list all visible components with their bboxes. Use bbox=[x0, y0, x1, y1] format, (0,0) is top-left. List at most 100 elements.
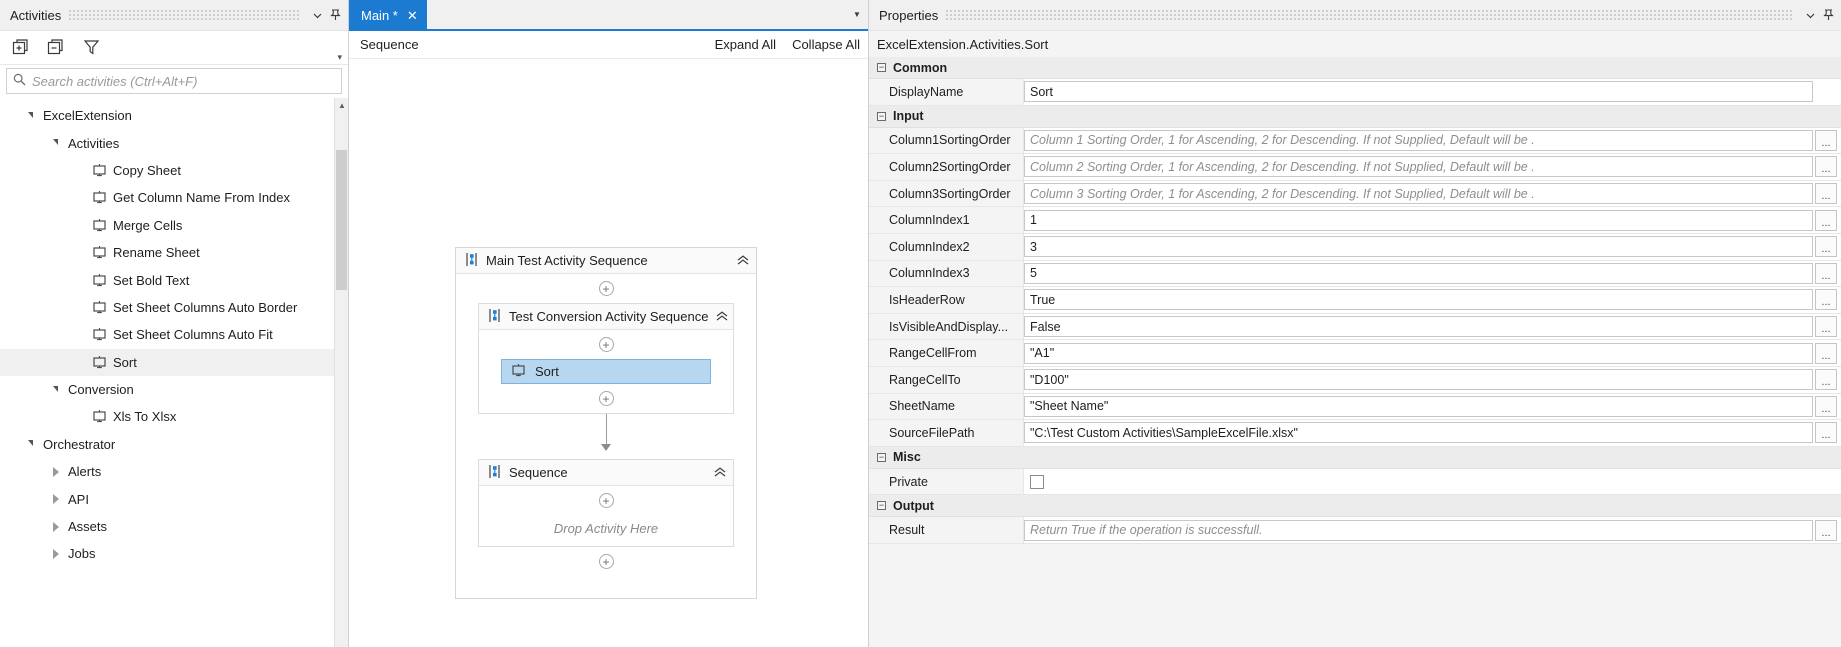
search-activities-box[interactable]: Search activities (Ctrl+Alt+F) bbox=[6, 68, 342, 94]
plus-icon[interactable]: + bbox=[598, 391, 614, 406]
property-ellipsis-button[interactable]: ... bbox=[1815, 129, 1837, 151]
add-activity-row-2[interactable]: + bbox=[479, 330, 733, 359]
property-group-output[interactable]: − Output bbox=[869, 495, 1841, 518]
chevron-down-icon[interactable] bbox=[1801, 5, 1819, 25]
pin-icon[interactable] bbox=[1819, 5, 1837, 25]
tree-item-merge-cells[interactable]: Merge Cells bbox=[0, 212, 348, 239]
collapse-all-button[interactable]: Collapse All bbox=[792, 37, 860, 52]
workflow-canvas[interactable]: Main Test Activity Sequence + Test Conve… bbox=[349, 59, 868, 647]
properties-grid[interactable]: − Common DisplayName Sort − Input Column1Sorti… bbox=[869, 57, 1841, 647]
tree-item-set-sheet-columns-auto-fit[interactable]: Set Sheet Columns Auto Fit bbox=[0, 321, 348, 348]
property-input-rangecellfrom[interactable]: "A1" bbox=[1024, 342, 1813, 364]
property-input-rangecellto[interactable]: "D100" bbox=[1024, 369, 1813, 391]
property-ellipsis-button[interactable]: ... bbox=[1815, 209, 1837, 231]
property-input-result[interactable]: Return True if the operation is successf… bbox=[1024, 519, 1813, 541]
activities-tree[interactable]: ExcelExtension Activities Copy Sheet Get Co… bbox=[0, 98, 348, 647]
collapse-chevron-icon[interactable] bbox=[715, 310, 729, 323]
tree-item-assets[interactable]: Assets bbox=[0, 513, 348, 540]
plus-icon[interactable]: + bbox=[598, 554, 614, 569]
tree-item-conversion[interactable]: Conversion bbox=[0, 376, 348, 403]
property-ellipsis-button[interactable]: ... bbox=[1815, 519, 1837, 541]
property-ellipsis-button[interactable]: ... bbox=[1815, 316, 1837, 338]
expand-all-icon[interactable] bbox=[8, 35, 34, 61]
sequence-header-inner[interactable]: Test Conversion Activity Sequence bbox=[479, 304, 733, 330]
activity-sort[interactable]: Sort bbox=[501, 359, 711, 384]
property-group-common[interactable]: − Common bbox=[869, 57, 1841, 79]
property-group-misc[interactable]: − Misc bbox=[869, 446, 1841, 469]
tree-item-excelextension[interactable]: ExcelExtension bbox=[0, 102, 348, 129]
sequence-container-main[interactable]: Main Test Activity Sequence + Test Conve… bbox=[455, 247, 757, 599]
property-ellipsis-button[interactable]: ... bbox=[1815, 395, 1837, 417]
collapse-group-icon[interactable]: − bbox=[877, 501, 886, 511]
tree-item-set-bold-text[interactable]: Set Bold Text bbox=[0, 266, 348, 293]
triangle-right-icon[interactable] bbox=[47, 521, 64, 532]
drop-activity-hint[interactable]: Drop Activity Here bbox=[479, 515, 733, 546]
add-activity-row-4[interactable]: + bbox=[479, 486, 733, 515]
tab-list-chevron-down-icon[interactable]: ▼ bbox=[846, 0, 868, 31]
property-input-columnindex1[interactable]: 1 bbox=[1024, 209, 1813, 231]
collapse-group-icon[interactable]: − bbox=[877, 111, 886, 121]
triangle-right-icon[interactable] bbox=[47, 548, 64, 559]
property-ellipsis-button[interactable]: ... bbox=[1815, 262, 1837, 284]
plus-icon[interactable]: + bbox=[598, 281, 614, 296]
tab-main[interactable]: Main * ✕ bbox=[349, 0, 427, 31]
collapse-group-icon[interactable]: − bbox=[877, 452, 886, 462]
property-input-sheetname[interactable]: "Sheet Name" bbox=[1024, 395, 1813, 417]
sequence-header-second[interactable]: Sequence bbox=[479, 460, 733, 486]
expand-all-button[interactable]: Expand All bbox=[715, 37, 776, 52]
tree-item-get-column-name-from-index[interactable]: Get Column Name From Index bbox=[0, 184, 348, 211]
property-checkbox-private[interactable] bbox=[1030, 474, 1044, 489]
tree-item-sort[interactable]: Sort bbox=[0, 348, 348, 376]
toolbar-overflow-icon[interactable]: ▾ bbox=[337, 52, 342, 63]
tree-item-rename-sheet[interactable]: Rename Sheet bbox=[0, 239, 348, 266]
collapse-all-icon[interactable] bbox=[43, 35, 69, 61]
property-ellipsis-button[interactable]: ... bbox=[1815, 289, 1837, 311]
plus-icon[interactable]: + bbox=[598, 337, 614, 352]
sequence-container-second[interactable]: Sequence + Drop Activity Here bbox=[478, 459, 734, 547]
tree-item-jobs[interactable]: Jobs bbox=[0, 540, 348, 567]
collapse-chevron-icon[interactable] bbox=[736, 254, 750, 267]
tree-item-activities[interactable]: Activities bbox=[0, 129, 348, 156]
triangle-down-icon[interactable] bbox=[47, 139, 64, 146]
add-activity-row-5[interactable]: + bbox=[456, 547, 756, 576]
tree-item-api[interactable]: API bbox=[0, 485, 348, 512]
search-input-placeholder[interactable]: Search activities (Ctrl+Alt+F) bbox=[32, 74, 197, 89]
property-input-displayname[interactable]: Sort bbox=[1024, 81, 1813, 103]
panel-drag-grip[interactable] bbox=[946, 10, 1793, 20]
triangle-down-icon[interactable] bbox=[47, 385, 64, 393]
triangle-down-icon[interactable] bbox=[22, 440, 39, 447]
triangle-right-icon[interactable] bbox=[47, 494, 64, 505]
tree-item-xls-to-xlsx[interactable]: Xls To Xlsx bbox=[0, 403, 348, 430]
tree-item-copy-sheet[interactable]: Copy Sheet bbox=[0, 157, 348, 184]
property-ellipsis-button[interactable]: ... bbox=[1815, 342, 1837, 364]
property-input-isheaderrow[interactable]: True bbox=[1024, 289, 1813, 311]
collapse-group-icon[interactable]: − bbox=[877, 63, 886, 72]
property-ellipsis-button[interactable]: ... bbox=[1815, 422, 1837, 444]
sequence-header-main[interactable]: Main Test Activity Sequence bbox=[456, 248, 756, 274]
chevron-down-icon[interactable] bbox=[308, 5, 326, 25]
scrollbar-thumb[interactable] bbox=[336, 150, 347, 290]
add-activity-row-3[interactable]: + bbox=[479, 384, 733, 413]
collapse-chevron-icon[interactable] bbox=[713, 466, 727, 479]
property-input-sourcefilepath[interactable]: "C:\Test Custom Activities\SampleExcelFi… bbox=[1024, 422, 1813, 444]
tree-item-alerts[interactable]: Alerts bbox=[0, 458, 348, 485]
filter-icon[interactable] bbox=[78, 35, 104, 61]
add-activity-row-1[interactable]: + bbox=[456, 274, 756, 303]
close-icon[interactable]: ✕ bbox=[407, 9, 418, 22]
property-ellipsis-button[interactable]: ... bbox=[1815, 156, 1837, 178]
breadcrumb-item-sequence[interactable]: Sequence bbox=[360, 37, 419, 52]
property-input-isvisibleanddisplay-[interactable]: False bbox=[1024, 316, 1813, 338]
scroll-up-icon[interactable]: ▲ bbox=[335, 98, 348, 112]
triangle-right-icon[interactable] bbox=[47, 466, 64, 477]
property-input-column3sortingorder[interactable]: Column 3 Sorting Order, 1 for Ascending,… bbox=[1024, 183, 1813, 205]
property-input-columnindex2[interactable]: 3 bbox=[1024, 236, 1813, 258]
property-group-input[interactable]: − Input bbox=[869, 105, 1841, 128]
pin-icon[interactable] bbox=[326, 5, 344, 25]
property-ellipsis-button[interactable]: ... bbox=[1815, 369, 1837, 391]
property-ellipsis-button[interactable]: ... bbox=[1815, 183, 1837, 205]
sequence-container-inner[interactable]: Test Conversion Activity Sequence + Sort… bbox=[478, 303, 734, 414]
tree-item-orchestrator[interactable]: Orchestrator bbox=[0, 431, 348, 458]
activities-scrollbar[interactable]: ▲ bbox=[334, 98, 348, 647]
plus-icon[interactable]: + bbox=[598, 493, 614, 508]
property-input-column1sortingorder[interactable]: Column 1 Sorting Order, 1 for Ascending,… bbox=[1024, 129, 1813, 151]
